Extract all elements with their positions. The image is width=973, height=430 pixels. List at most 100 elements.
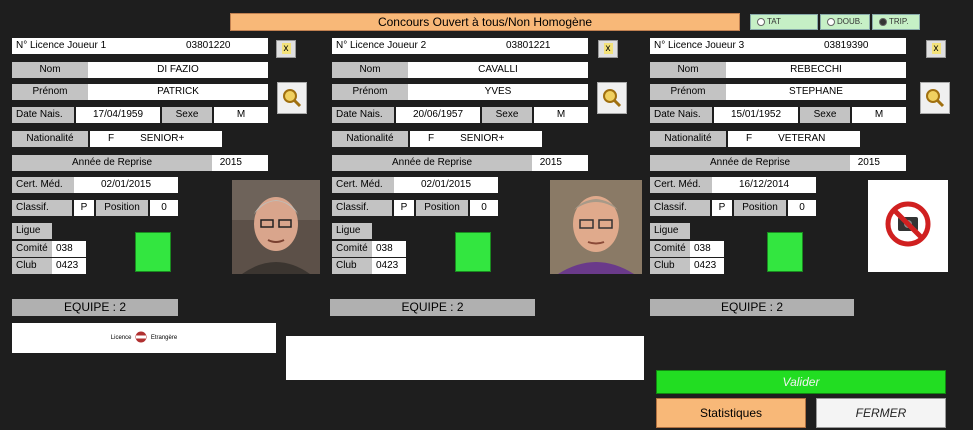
sexe-value[interactable]: M <box>214 107 268 123</box>
radio-doub[interactable]: DOUB. <box>820 14 870 30</box>
prenom-label: Prénom <box>12 84 88 100</box>
annee-reprise-value[interactable]: 2015 <box>532 155 588 171</box>
notes-box[interactable] <box>286 336 644 380</box>
nom-value[interactable]: CAVALLI <box>408 62 588 78</box>
annee-reprise-label: Année de Reprise <box>332 155 532 171</box>
player-photo <box>550 180 642 274</box>
cert-med-value[interactable]: 02/01/2015 <box>394 177 498 193</box>
magnifier-icon <box>603 89 622 108</box>
club-label: Club <box>12 258 52 274</box>
position-label: Position <box>96 200 148 216</box>
licence-row-3: N° Licence Joueur 3 03819390 <box>650 38 906 54</box>
nom-label: Nom <box>12 62 88 78</box>
classif-value[interactable]: P <box>712 200 732 216</box>
licence-number[interactable]: 03801220 <box>186 38 231 54</box>
nom-label: Nom <box>332 62 408 78</box>
categorie: SENIOR+ <box>460 133 505 144</box>
nationalite-code: F <box>108 133 115 144</box>
nationalite-value[interactable]: F SENIOR+ <box>410 131 542 147</box>
comite-label: Comité <box>12 241 52 257</box>
classif-value[interactable]: P <box>74 200 94 216</box>
cert-med-value[interactable]: 02/01/2015 <box>74 177 178 193</box>
cert-med-label: Cert. Méd. <box>332 177 394 193</box>
licence-label: N° Licence Joueur 3 <box>654 40 745 51</box>
nationalite-label: Nationalité <box>332 131 408 147</box>
licence-number[interactable]: 03819390 <box>824 38 869 54</box>
sexe-value[interactable]: M <box>534 107 588 123</box>
date-nais-value[interactable]: 15/01/1952 <box>714 107 798 123</box>
prenom-value[interactable]: YVES <box>408 84 588 100</box>
classif-value[interactable]: P <box>394 200 414 216</box>
annee-reprise-value[interactable]: 2015 <box>212 155 268 171</box>
valider-button[interactable]: Valider <box>656 370 946 394</box>
nom-value[interactable]: REBECCHI <box>726 62 906 78</box>
search-player-3-button[interactable] <box>920 82 950 114</box>
nationalite-label: Nationalité <box>650 131 726 147</box>
player-photo <box>232 180 320 274</box>
flag-emblem-icon <box>135 331 147 343</box>
window-title: Concours Ouvert à tous/Non Homogène <box>230 13 740 31</box>
fermer-button[interactable]: FERMER <box>816 398 946 428</box>
no-photo-icon <box>868 180 948 272</box>
position-value[interactable]: 0 <box>150 200 178 216</box>
cert-med-label: Cert. Méd. <box>650 177 712 193</box>
search-player-2-button[interactable] <box>597 82 627 114</box>
status-indicator <box>135 232 171 272</box>
prenom-value[interactable]: STEPHANE <box>726 84 906 100</box>
prenom-label: Prénom <box>332 84 408 100</box>
remove-label: x <box>931 43 941 54</box>
magnifier-icon <box>283 89 302 108</box>
sexe-label: Sexe <box>482 107 532 123</box>
date-nais-value[interactable]: 17/04/1959 <box>76 107 160 123</box>
classif-label: Classif. <box>12 200 72 216</box>
club-label: Club <box>650 258 690 274</box>
radio-trip[interactable]: TRIP. <box>872 14 920 30</box>
ligue-label: Ligue <box>650 223 690 239</box>
date-nais-label: Date Nais. <box>650 107 712 123</box>
club-value: 0423 <box>52 258 86 274</box>
position-value[interactable]: 0 <box>788 200 816 216</box>
remove-player-3-button[interactable]: x <box>926 40 946 58</box>
statistiques-button[interactable]: Statistiques <box>656 398 806 428</box>
remove-player-1-button[interactable]: x <box>276 40 296 58</box>
radio-tat-label: TAT <box>767 17 781 26</box>
status-indicator <box>767 232 803 272</box>
sexe-label: Sexe <box>162 107 212 123</box>
equipe-label: EQUIPE : 2 <box>12 299 178 316</box>
ligue-label: Ligue <box>332 223 372 239</box>
search-player-1-button[interactable] <box>277 82 307 114</box>
radio-icon <box>757 17 765 26</box>
licence-label: N° Licence Joueur 2 <box>336 40 427 51</box>
annee-reprise-value[interactable]: 2015 <box>850 155 906 171</box>
club-value: 0423 <box>372 258 406 274</box>
categorie: VETERAN <box>778 133 826 144</box>
licence-number[interactable]: 03801221 <box>506 38 551 54</box>
position-value[interactable]: 0 <box>470 200 498 216</box>
nationalite-label: Nationalité <box>12 131 88 147</box>
licence-label: N° Licence Joueur 1 <box>16 40 107 51</box>
licence-etrangere-box[interactable]: Licence Etrangère <box>12 323 276 353</box>
radio-selected-icon <box>879 17 887 26</box>
radio-tat[interactable]: TAT <box>750 14 818 30</box>
cert-med-value[interactable]: 16/12/2014 <box>712 177 816 193</box>
date-nais-label: Date Nais. <box>332 107 394 123</box>
status-indicator <box>455 232 491 272</box>
radio-doub-label: DOUB. <box>837 17 863 26</box>
club-value: 0423 <box>690 258 724 274</box>
annee-reprise-label: Année de Reprise <box>12 155 212 171</box>
date-nais-label: Date Nais. <box>12 107 74 123</box>
comite-value: 038 <box>372 241 406 257</box>
date-nais-value[interactable]: 20/06/1957 <box>396 107 480 123</box>
sexe-value[interactable]: M <box>852 107 906 123</box>
club-label: Club <box>332 258 372 274</box>
cert-med-label: Cert. Méd. <box>12 177 74 193</box>
categorie: SENIOR+ <box>140 133 185 144</box>
comite-label: Comité <box>650 241 690 257</box>
remove-player-2-button[interactable]: x <box>598 40 618 58</box>
radio-trip-label: TRIP. <box>889 17 909 26</box>
nom-value[interactable]: DI FAZIO <box>88 62 268 78</box>
nationalite-value[interactable]: F VETERAN <box>728 131 860 147</box>
prenom-value[interactable]: PATRICK <box>88 84 268 100</box>
nationalite-value[interactable]: F SENIOR+ <box>90 131 222 147</box>
licence-row-1: N° Licence Joueur 1 03801220 <box>12 38 268 54</box>
